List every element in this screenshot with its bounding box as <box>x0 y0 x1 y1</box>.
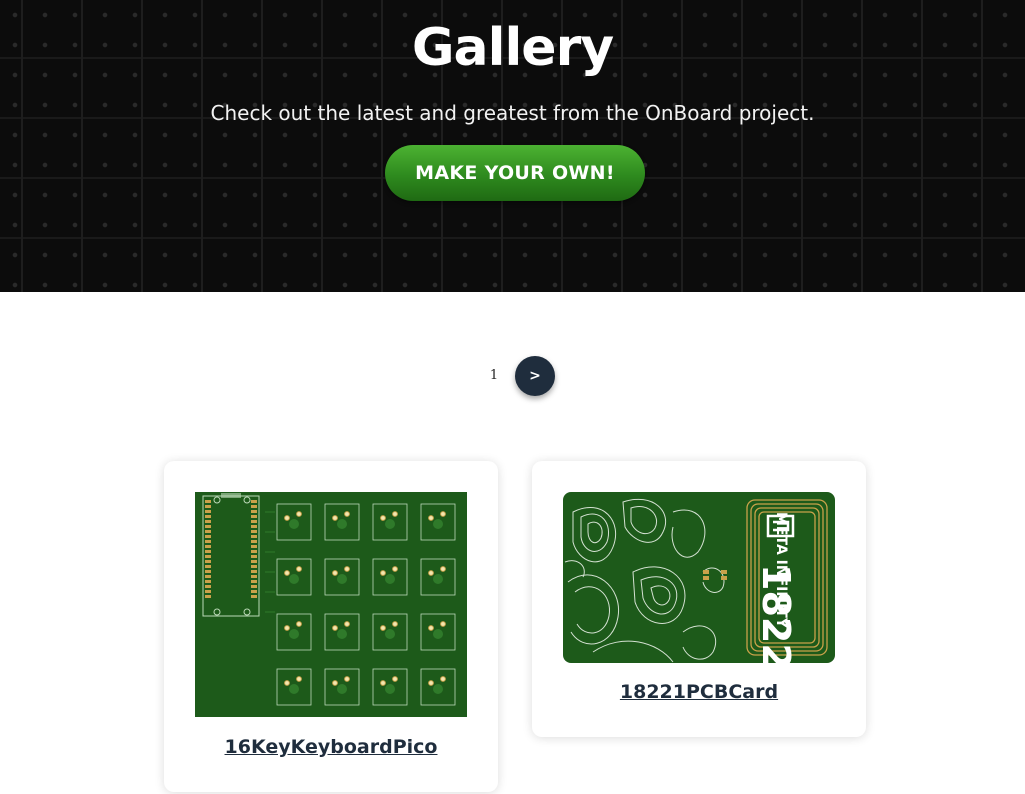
gallery-card[interactable]: 16KeyKeyboardPico <box>164 461 498 792</box>
hero-banner: Gallery Check out the latest and greates… <box>0 0 1025 292</box>
page-number-current[interactable]: 1 <box>484 368 504 383</box>
gallery-item-title[interactable]: 16KeyKeyboardPico <box>164 736 498 758</box>
gallery-card[interactable]: META INFINITY 18221 18221PCBCard <box>532 461 866 737</box>
pcb-keyboard-thumbnail[interactable] <box>195 492 467 717</box>
make-your-own-button[interactable]: MAKE YOUR OWN! <box>385 145 645 201</box>
page-title: Gallery <box>411 18 614 78</box>
gallery-item-title[interactable]: 18221PCBCard <box>532 681 866 703</box>
next-page-button[interactable]: > <box>515 356 555 396</box>
pagination: 1 > <box>0 356 1025 396</box>
card-lettering-number: 18221 <box>754 564 798 663</box>
page-subtitle: Check out the latest and greatest from t… <box>210 101 815 125</box>
pcb-card-thumbnail[interactable]: META INFINITY 18221 <box>563 492 835 663</box>
